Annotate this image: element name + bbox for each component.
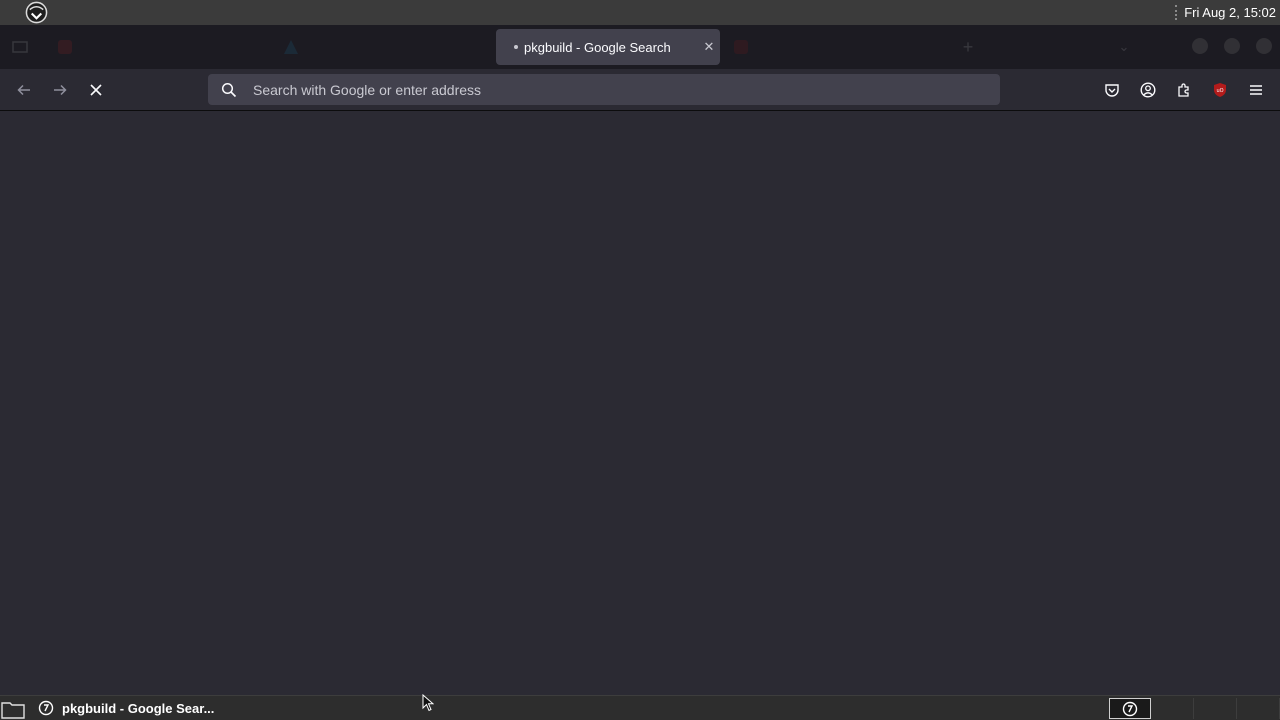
tab-youtube[interactable] (48, 29, 268, 65)
tab-bar: pkgbuild - Google Search ✕ + ⌄ (0, 25, 1280, 69)
ublock-favicon-icon (734, 40, 748, 54)
forward-button[interactable] (45, 75, 75, 105)
folder-icon[interactable] (0, 697, 26, 720)
menu-icon (1250, 85, 1262, 95)
workspace-4[interactable] (1238, 698, 1280, 719)
back-button[interactable] (9, 75, 39, 105)
ublock-icon: uO (1214, 83, 1226, 97)
ublock-button[interactable]: uO (1205, 75, 1235, 105)
taskbar: pkgbuild - Google Sear... (0, 695, 1280, 720)
firefox-icon (1122, 701, 1138, 716)
close-window-button[interactable] (1256, 38, 1272, 54)
minimize-button[interactable] (1192, 38, 1208, 54)
extensions-button[interactable] (1169, 75, 1199, 105)
chevron-down-icon: ⌄ (1118, 39, 1130, 54)
menu-button[interactable] (1241, 75, 1271, 105)
search-icon (221, 82, 237, 97)
tab-loading-icon (514, 45, 518, 49)
firefox-view-button[interactable] (0, 29, 40, 65)
workspace-1[interactable] (1109, 698, 1151, 719)
taskbar-window-title: pkgbuild - Google Sear... (62, 700, 215, 716)
new-tab-button[interactable]: + (956, 29, 980, 65)
youtube-favicon-icon (58, 40, 72, 54)
page-content[interactable] (0, 112, 1280, 695)
firefox-icon (38, 700, 54, 716)
pocket-icon (1105, 84, 1119, 97)
list-all-tabs-button[interactable]: ⌄ (1112, 29, 1136, 65)
pocket-button[interactable] (1097, 75, 1127, 105)
account-icon (1140, 82, 1156, 98)
tab-ublock[interactable] (724, 29, 954, 65)
firefox-view-icon (12, 41, 28, 53)
system-clock[interactable]: Fri Aug 2, 15:02 (1184, 5, 1276, 20)
address-input[interactable] (253, 81, 953, 98)
navigation-toolbar: uO (0, 69, 1280, 111)
arrow-right-icon (54, 84, 67, 96)
account-button[interactable] (1133, 75, 1163, 105)
plus-icon: + (962, 36, 974, 57)
tab-google-search[interactable]: pkgbuild - Google Search ✕ (496, 29, 720, 65)
svg-text:uO: uO (1216, 88, 1223, 94)
panel-separator (1175, 5, 1177, 20)
arrow-left-icon (17, 84, 30, 96)
arch-favicon-icon (284, 40, 298, 54)
stop-button[interactable] (81, 75, 111, 105)
maximize-button[interactable] (1224, 38, 1240, 54)
address-bar[interactable] (208, 74, 1000, 105)
workspace-3[interactable] (1195, 698, 1237, 719)
mouse-pointer-icon (422, 694, 434, 712)
tab-close-icon[interactable]: ✕ (698, 39, 720, 55)
tab-title: pkgbuild - Google Search (524, 39, 671, 55)
close-icon (90, 84, 102, 96)
panel-logo-icon[interactable] (25, 1, 48, 24)
extensions-icon (1178, 83, 1189, 97)
workspace-2[interactable] (1152, 698, 1194, 719)
system-top-panel: Fri Aug 2, 15:02 (0, 0, 1280, 25)
taskbar-window-button[interactable]: pkgbuild - Google Sear... (30, 696, 214, 720)
tab-archlinux[interactable] (274, 29, 490, 65)
